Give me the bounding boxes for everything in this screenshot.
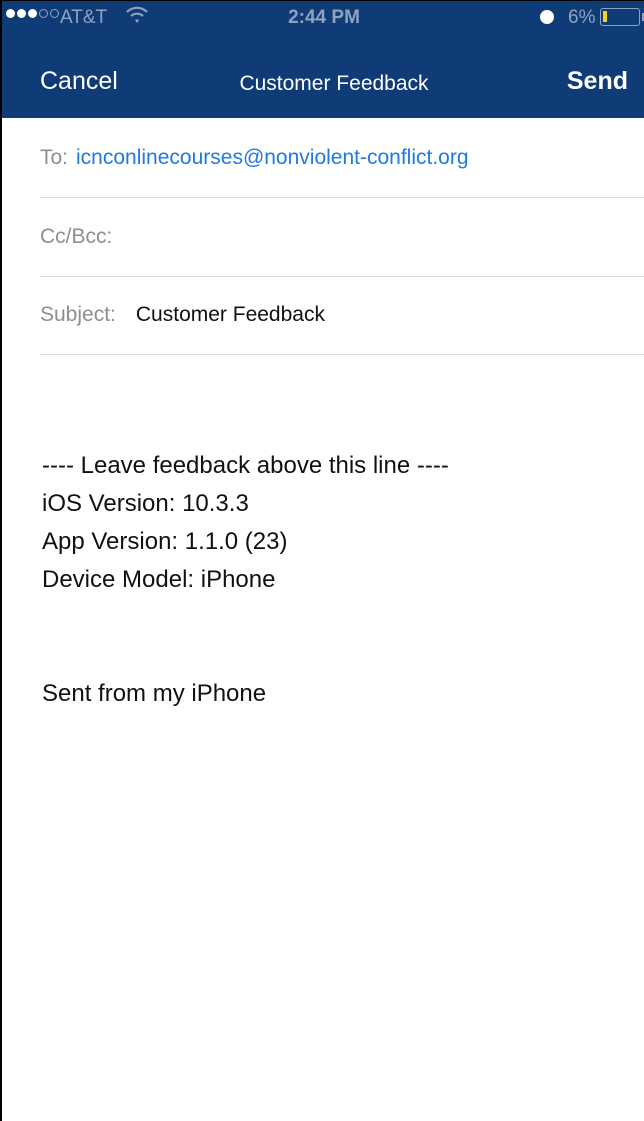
- ios-version-line: iOS Version: 10.3.3: [42, 490, 249, 517]
- to-recipient[interactable]: icnconlinecourses@nonviolent-conflict.or…: [76, 146, 469, 170]
- subject-value[interactable]: Customer Feedback: [136, 303, 325, 327]
- device-model-line: Device Model: iPhone: [42, 566, 276, 593]
- status-bar: AT&T 2:44 PM 6%: [2, 1, 644, 41]
- app-version-line: App Version: 1.1.0 (23): [42, 528, 288, 555]
- subject-label: Subject:: [40, 303, 116, 326]
- feedback-separator: ---- Leave feedback above this line ----: [42, 452, 449, 479]
- battery-percent: 6%: [568, 7, 596, 28]
- message-body[interactable]: ---- Leave feedback above this line ----…: [42, 447, 634, 713]
- header-bar: AT&T 2:44 PM 6% Cancel Customer Feedback…: [2, 1, 644, 118]
- subject-field[interactable]: Subject: Customer Feedback: [40, 276, 644, 355]
- cc-bcc-field[interactable]: Cc/Bcc:: [40, 198, 644, 277]
- mail-compose-screen: AT&T 2:44 PM 6% Cancel Customer Feedback…: [0, 0, 644, 1121]
- signature-line: Sent from my iPhone: [42, 680, 267, 707]
- battery-fill: [603, 11, 607, 22]
- send-button[interactable]: Send: [567, 67, 628, 96]
- alarm-icon: [540, 10, 554, 24]
- compose-title: Customer Feedback: [239, 72, 429, 95]
- to-field[interactable]: To: icnconlinecourses@nonviolent-conflic…: [40, 119, 644, 198]
- cc-bcc-label: Cc/Bcc:: [40, 225, 113, 248]
- battery-icon: [600, 8, 640, 26]
- to-label: To:: [40, 146, 69, 169]
